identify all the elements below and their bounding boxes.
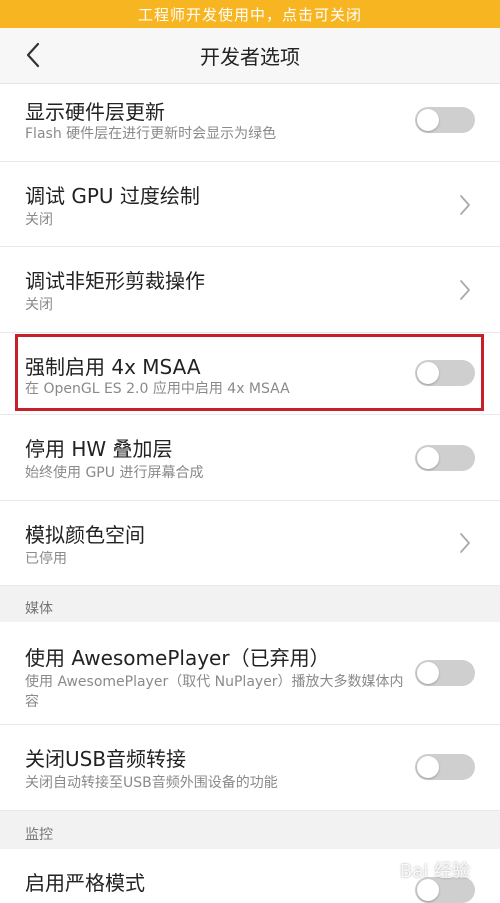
setting-subtitle: 使用 AwesomePlayer（取代 NuPlayer）播放大多数媒体内容 (25, 674, 404, 710)
setting-title: 停用 HW 叠加层 (25, 437, 173, 461)
setting-title: 强制启用 4x MSAA (25, 355, 201, 379)
banner-text: 工程师开发使用中，点击可关闭 (137, 5, 362, 24)
setting-subtitle: 始终使用 GPU 进行屏幕合成 (25, 465, 204, 481)
setting-title: 调试非矩形剪裁操作 (25, 269, 205, 293)
setting-subtitle: Flash 硬件层在进行更新时会显示为绿色 (25, 126, 277, 142)
chevron-right-icon (460, 533, 470, 553)
setting-debug-non-rect-clip[interactable]: 调试非矩形剪裁操作 关闭 (0, 247, 500, 333)
setting-title: 启用严格模式 (25, 871, 145, 895)
setting-title: 模拟颜色空间 (25, 523, 145, 547)
toggle-switch[interactable] (415, 660, 475, 686)
setting-use-awesomeplayer[interactable]: 使用 AwesomePlayer（已弃用） 使用 AwesomePlayer（取… (0, 622, 500, 725)
setting-force-4x-msaa[interactable]: 强制启用 4x MSAA 在 OpenGL ES 2.0 应用中启用 4x MS… (0, 333, 500, 415)
developer-mode-banner[interactable]: 工程师开发使用中，点击可关闭 (0, 0, 500, 28)
toggle-switch[interactable] (415, 445, 475, 471)
toggle-switch[interactable] (415, 107, 475, 133)
setting-subtitle: 关闭 (25, 212, 53, 228)
section-label: 监控 (25, 827, 53, 843)
section-header-media: 媒体 (0, 586, 500, 623)
section-label: 媒体 (25, 601, 53, 617)
setting-subtitle: 关闭自动转接至USB音频外围设备的功能 (25, 775, 278, 791)
setting-disable-usb-audio-routing[interactable]: 关闭USB音频转接 关闭自动转接至USB音频外围设备的功能 (0, 725, 500, 811)
setting-title: 显示硬件层更新 (25, 100, 165, 124)
setting-show-hw-layer-updates[interactable]: 显示硬件层更新 Flash 硬件层在进行更新时会显示为绿色 (0, 84, 500, 162)
setting-title: 关闭USB音频转接 (25, 747, 187, 771)
back-button[interactable] (18, 40, 48, 70)
title-bar: 开发者选项 (0, 28, 500, 84)
chevron-right-icon (460, 195, 470, 215)
setting-simulate-color-space[interactable]: 模拟颜色空间 已停用 (0, 501, 500, 586)
setting-title: 调试 GPU 过度绘制 (25, 184, 200, 208)
watermark: Bai 经验 (400, 857, 470, 883)
setting-subtitle: 在 OpenGL ES 2.0 应用中启用 4x MSAA (25, 381, 290, 397)
section-header-monitor: 监控 (0, 811, 500, 850)
chevron-left-icon (26, 42, 40, 68)
watermark-text: Bai 经验 (399, 861, 470, 882)
toggle-switch[interactable] (415, 754, 475, 780)
setting-subtitle: 已停用 (25, 551, 67, 567)
setting-subtitle: 关闭 (25, 297, 53, 313)
setting-title: 使用 AwesomePlayer（已弃用） (25, 646, 330, 670)
chevron-right-icon (460, 280, 470, 300)
page-title: 开发者选项 (200, 45, 300, 69)
setting-disable-hw-overlays[interactable]: 停用 HW 叠加层 始终使用 GPU 进行屏幕合成 (0, 415, 500, 501)
toggle-switch[interactable] (415, 360, 475, 386)
setting-debug-gpu-overdraw[interactable]: 调试 GPU 过度绘制 关闭 (0, 162, 500, 247)
